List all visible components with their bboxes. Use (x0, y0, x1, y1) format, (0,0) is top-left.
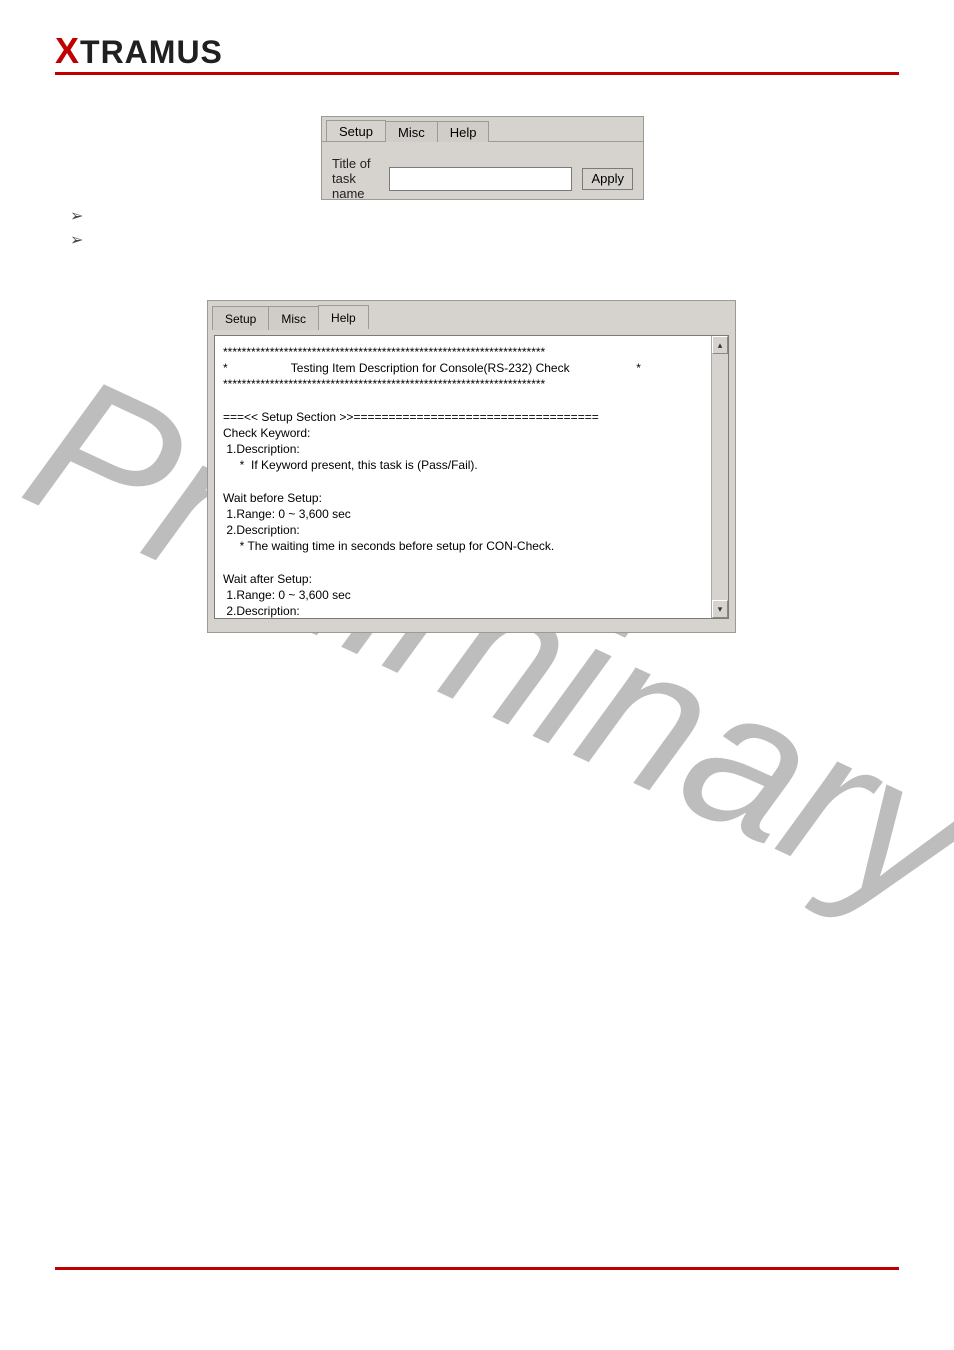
chevron-down-icon: ▾ (718, 603, 723, 615)
footer-rule (55, 1267, 899, 1270)
tab-bar: Setup Misc Help (208, 301, 735, 329)
bullet-icon: ➢ (70, 206, 83, 226)
vertical-scrollbar[interactable]: ▴ ▾ (711, 336, 728, 618)
page-header: XTRAMUS (55, 30, 899, 72)
tab-help[interactable]: Help (437, 121, 490, 142)
tab-misc[interactable]: Misc (268, 306, 319, 330)
tab-bar: Setup Misc Help (322, 117, 643, 141)
tab-setup[interactable]: Setup (212, 306, 269, 330)
task-title-field: Title of task name Apply (332, 156, 633, 201)
help-description-window: Setup Misc Help ************************… (207, 300, 736, 633)
scroll-up-button[interactable]: ▴ (712, 336, 728, 354)
apply-button[interactable]: Apply (582, 168, 633, 190)
task-title-label: Title of task name (332, 156, 379, 201)
brand-logo: XTRAMUS (55, 34, 223, 70)
scroll-down-button[interactable]: ▾ (712, 600, 728, 618)
header-rule (55, 72, 899, 75)
tab-setup[interactable]: Setup (326, 120, 386, 141)
help-text-content: ****************************************… (215, 336, 728, 619)
help-text-box: ****************************************… (214, 335, 729, 619)
tab-help[interactable]: Help (318, 305, 369, 329)
task-title-input[interactable] (389, 167, 572, 191)
tab-misc[interactable]: Misc (385, 121, 438, 142)
chevron-up-icon: ▴ (718, 339, 723, 351)
window-body: Title of task name Apply (322, 141, 643, 201)
scroll-track[interactable] (712, 353, 728, 601)
task-title-window: Setup Misc Help Title of task name Apply (321, 116, 644, 200)
logo-x: X (55, 30, 80, 71)
logo-rest: TRAMUS (80, 34, 223, 70)
bullet-icon: ➢ (70, 230, 83, 250)
